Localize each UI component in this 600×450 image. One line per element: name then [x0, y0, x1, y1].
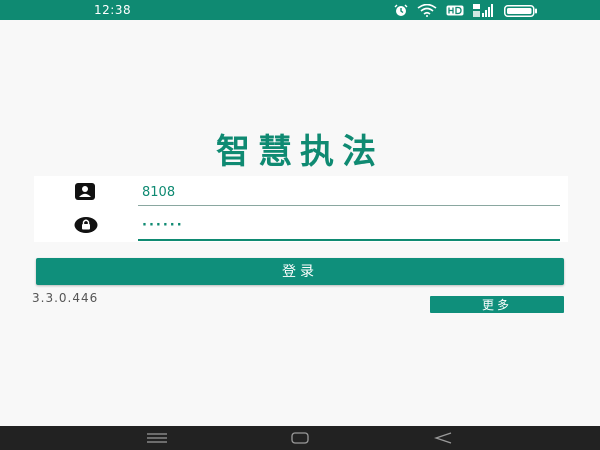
password-input[interactable]	[138, 212, 564, 238]
status-time: 12:38	[94, 3, 132, 17]
signal-icon	[473, 4, 495, 17]
login-button[interactable]: 登录	[36, 258, 564, 285]
battery-icon	[504, 4, 538, 17]
password-underline	[138, 239, 560, 241]
hd-icon	[446, 5, 464, 16]
navigation-bar	[0, 426, 600, 450]
status-icons	[394, 4, 538, 17]
username-input[interactable]	[138, 179, 564, 205]
more-button[interactable]: 更多	[430, 296, 564, 313]
lock-icon	[74, 216, 98, 234]
user-badge-icon	[74, 183, 96, 201]
home-icon[interactable]	[285, 430, 315, 446]
login-form	[34, 176, 568, 242]
login-screen: 12:38 智慧执法 8108 ······ 登录 3.3.0.446 更多	[0, 0, 600, 450]
alarm-icon	[394, 4, 408, 17]
username-underline	[138, 205, 560, 206]
app-title: 智慧执法	[216, 132, 384, 172]
password-row	[34, 210, 568, 241]
wifi-icon	[417, 4, 437, 17]
back-icon[interactable]	[428, 430, 458, 446]
status-bar: 12:38	[0, 0, 600, 20]
version-label: 3.3.0.446	[32, 291, 99, 305]
username-row	[34, 177, 568, 207]
menu-icon[interactable]	[142, 430, 172, 446]
